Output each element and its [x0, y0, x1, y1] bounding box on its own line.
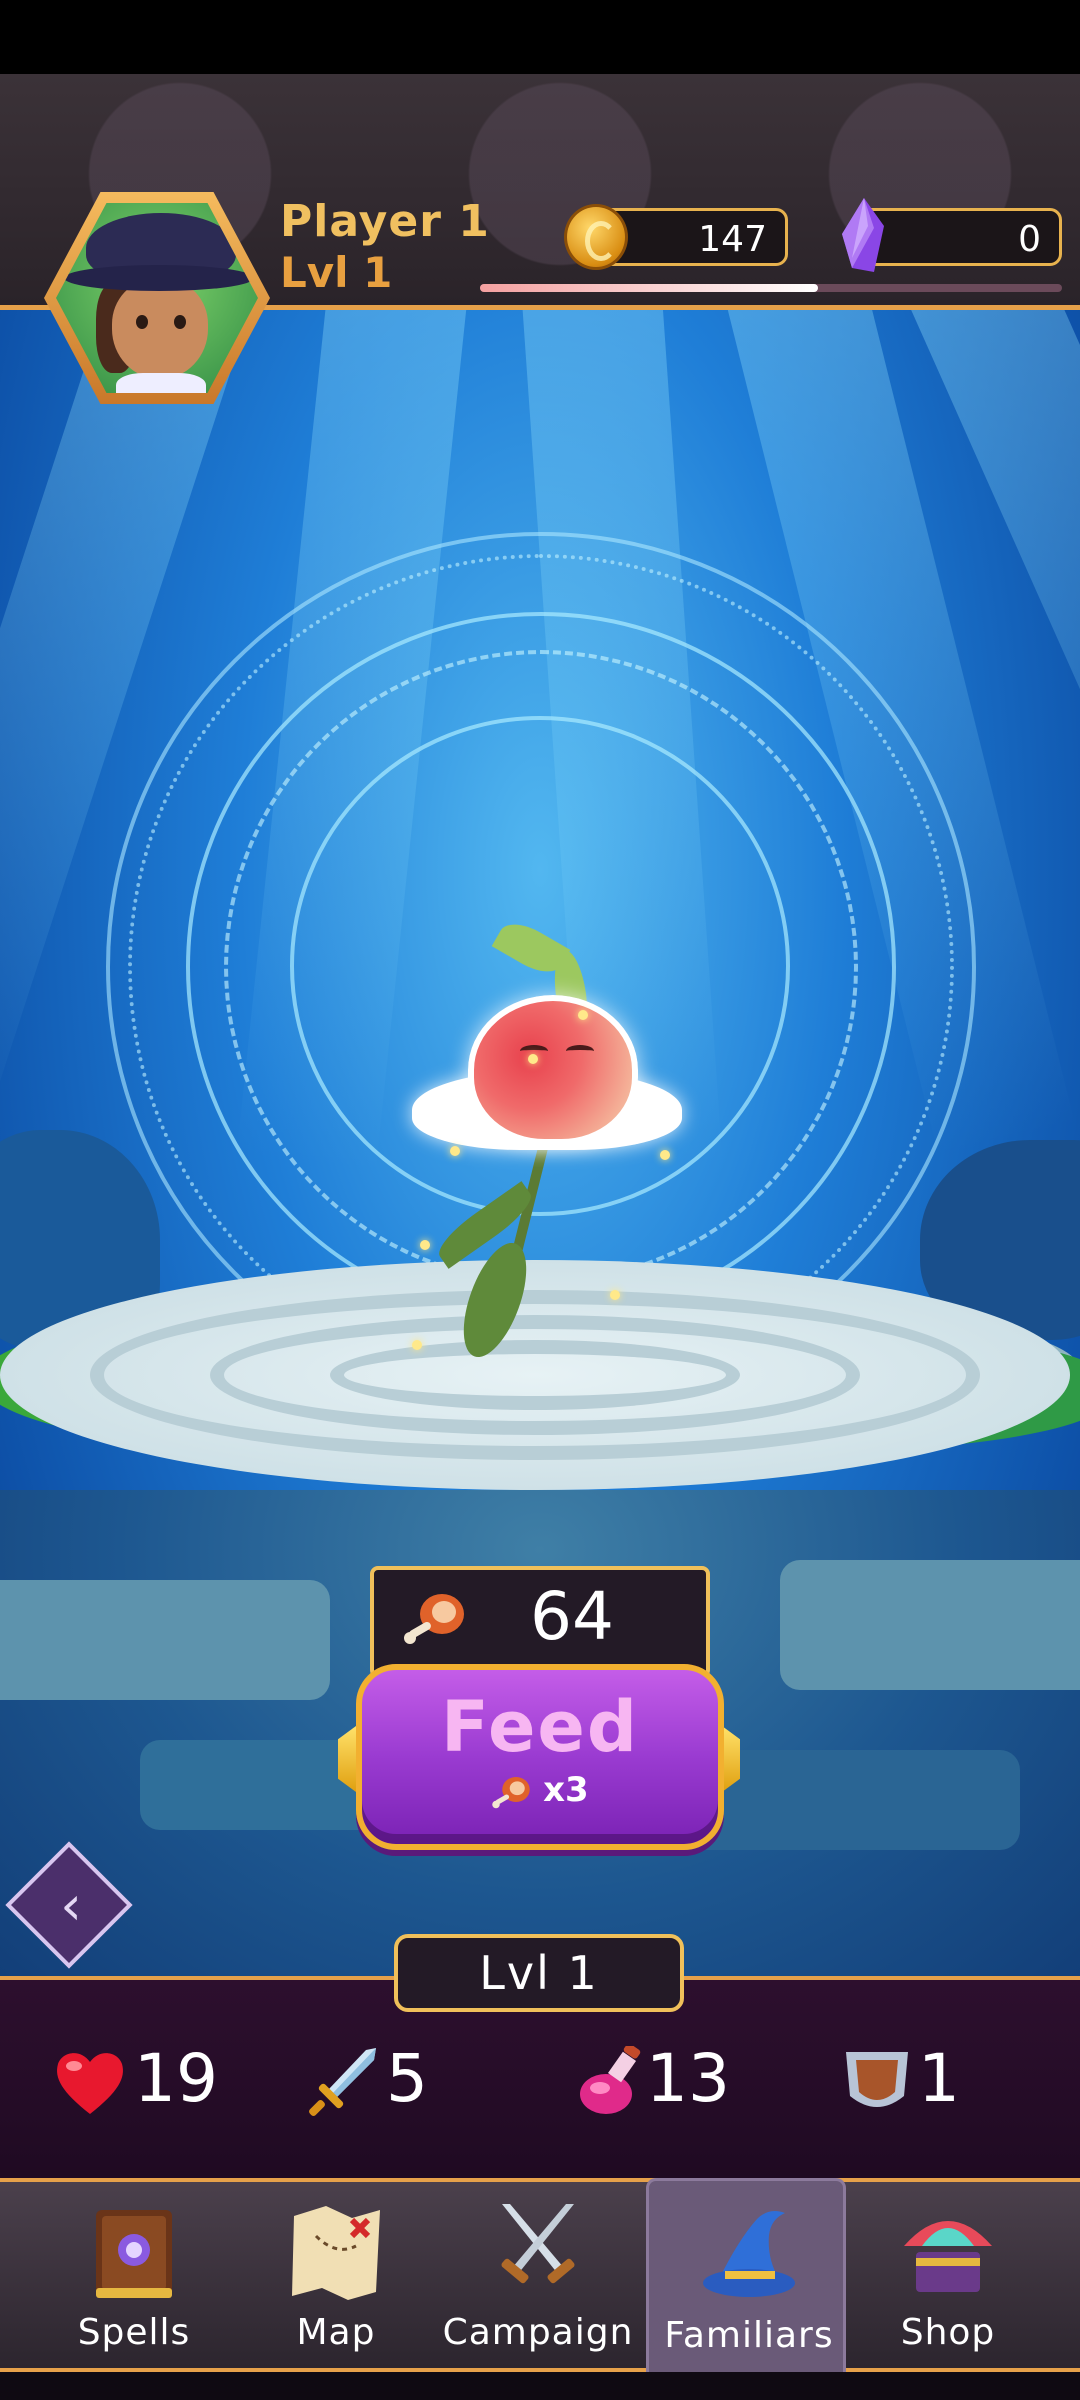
familiar-level: Lvl 1 [394, 1934, 684, 2012]
treasure-chest-icon [904, 2221, 992, 2292]
defense-value: 1 [918, 2040, 960, 2117]
gold-coin-icon [564, 204, 628, 270]
coin-amount: 147 [698, 219, 767, 260]
system-status-bar [0, 0, 1080, 74]
food-count: 64 [530, 1578, 614, 1655]
spellbook-icon [96, 2210, 172, 2298]
purple-crystal-icon [842, 198, 884, 272]
nav-spells[interactable]: Spells [34, 2178, 234, 2372]
heart-icon [57, 2053, 123, 2114]
familiar-body [468, 995, 638, 1145]
magic-value: 13 [646, 2040, 730, 2117]
nav-campaign[interactable]: Campaign [438, 2178, 638, 2372]
crossed-swords-icon [501, 2204, 575, 2284]
nav-label-shop: Shop [900, 2312, 996, 2353]
feed-cost-amount: x3 [543, 1770, 589, 1810]
shield-icon [846, 2052, 908, 2107]
meat-cost-icon [492, 1776, 531, 1808]
attack-value: 5 [386, 2040, 428, 2117]
player-name: Player 1 [280, 196, 490, 247]
sword-icon [309, 2048, 376, 2116]
nav-familiars[interactable]: Familiars [646, 2178, 846, 2372]
nav-shop[interactable]: Shop [848, 2178, 1048, 2372]
health-value: 19 [134, 2040, 218, 2117]
player-level: Lvl 1 [280, 248, 393, 297]
nav-label-campaign: Campaign [442, 2312, 634, 2353]
bottom-edge [0, 2372, 1080, 2400]
treasure-map-icon [292, 2206, 380, 2300]
wizard-hat-icon [703, 2211, 795, 2297]
xp-progress-bar [480, 284, 1062, 292]
chevron-left-icon: ‹ [60, 1874, 82, 1937]
gem-amount: 0 [1018, 219, 1041, 260]
nav-map[interactable]: Map [236, 2178, 436, 2372]
feed-cost: x3 [356, 1770, 724, 1810]
avatar-portrait [56, 203, 258, 393]
meat-icon [404, 1594, 464, 1644]
xp-progress-fill [480, 284, 818, 292]
feed-button-label: Feed [440, 1686, 640, 1768]
potion-icon [580, 2046, 641, 2114]
